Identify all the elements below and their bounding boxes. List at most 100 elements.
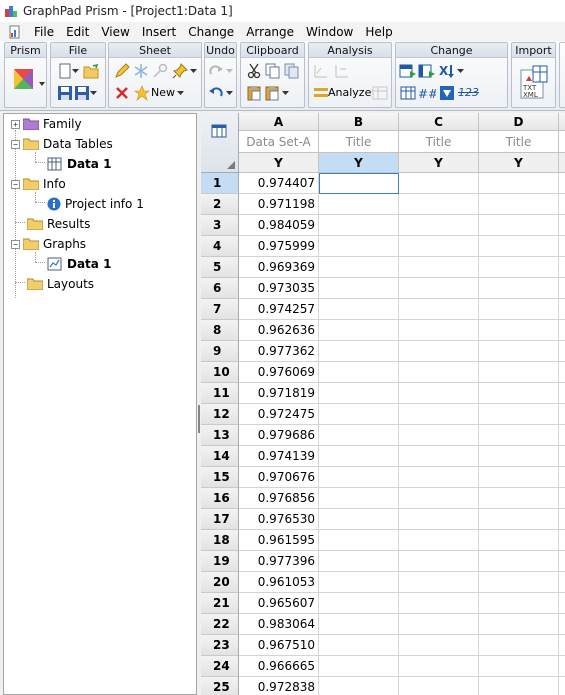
cell-a[interactable]: 0.976856 bbox=[239, 488, 319, 509]
results-table-icon[interactable] bbox=[371, 84, 389, 102]
cell-e[interactable] bbox=[559, 404, 565, 425]
number-style-button[interactable]: 123 bbox=[458, 86, 479, 99]
column-header-d[interactable]: D bbox=[479, 113, 559, 131]
cell-e[interactable] bbox=[559, 467, 565, 488]
cell-e[interactable] bbox=[559, 299, 565, 320]
cell-e[interactable] bbox=[559, 530, 565, 551]
cell-b[interactable] bbox=[319, 362, 399, 383]
menu-arrange[interactable]: Arrange bbox=[240, 25, 300, 39]
tree-item-info[interactable]: − Info bbox=[11, 175, 66, 193]
change-graph-icon[interactable] bbox=[418, 62, 436, 80]
dropdown-arrow-icon[interactable] bbox=[89, 84, 97, 102]
cell-d[interactable] bbox=[479, 593, 559, 614]
row-header[interactable]: 3 bbox=[201, 215, 239, 236]
cell-e[interactable] bbox=[559, 320, 565, 341]
cell-c[interactable] bbox=[399, 236, 479, 257]
cell-a[interactable]: 0.972475 bbox=[239, 404, 319, 425]
cell-a[interactable]: 0.977396 bbox=[239, 551, 319, 572]
cell-d[interactable] bbox=[479, 509, 559, 530]
row-header[interactable]: 21 bbox=[201, 593, 239, 614]
dropdown-arrow-icon[interactable] bbox=[456, 62, 464, 80]
tree-item-layouts[interactable]: Layouts bbox=[27, 275, 94, 293]
cell-c[interactable] bbox=[399, 278, 479, 299]
dataset-title-d[interactable]: Title bbox=[479, 131, 559, 153]
row-header[interactable]: 25 bbox=[201, 677, 239, 695]
row-header[interactable]: 6 bbox=[201, 278, 239, 299]
cell-b[interactable] bbox=[319, 173, 399, 194]
cell-b[interactable] bbox=[319, 593, 399, 614]
splitter-grip-icon[interactable] bbox=[198, 405, 200, 433]
cell-d[interactable] bbox=[479, 341, 559, 362]
cell-d[interactable] bbox=[479, 635, 559, 656]
cell-d[interactable] bbox=[479, 173, 559, 194]
copy-icon[interactable] bbox=[264, 62, 282, 80]
cell-c[interactable] bbox=[399, 635, 479, 656]
cell-c[interactable] bbox=[399, 383, 479, 404]
dropdown-arrow-icon[interactable] bbox=[71, 62, 79, 80]
cell-c[interactable] bbox=[399, 614, 479, 635]
row-header[interactable]: 7 bbox=[201, 299, 239, 320]
cut-icon[interactable] bbox=[245, 62, 263, 80]
row-header[interactable]: 1 bbox=[201, 173, 239, 194]
document-menu-icon[interactable] bbox=[8, 25, 22, 39]
cell-d[interactable] bbox=[479, 299, 559, 320]
xy-analysis-icon[interactable] bbox=[312, 62, 330, 80]
cell-b[interactable] bbox=[319, 341, 399, 362]
cell-a[interactable]: 0.984059 bbox=[239, 215, 319, 236]
dropdown-arrow-icon[interactable] bbox=[281, 84, 289, 102]
cell-c[interactable] bbox=[399, 320, 479, 341]
new-sheet-star-icon[interactable] bbox=[133, 84, 151, 102]
dataset-title-c[interactable]: Title bbox=[399, 131, 479, 153]
cell-c[interactable] bbox=[399, 425, 479, 446]
cell-b[interactable] bbox=[319, 635, 399, 656]
expand-icon[interactable]: + bbox=[11, 119, 20, 129]
cell-e[interactable] bbox=[559, 173, 565, 194]
row-header[interactable]: 11 bbox=[201, 383, 239, 404]
cell-b[interactable] bbox=[319, 656, 399, 677]
cell-a[interactable]: 0.973035 bbox=[239, 278, 319, 299]
menu-change[interactable]: Change bbox=[182, 25, 240, 39]
dropdown-arrow-icon[interactable] bbox=[225, 62, 233, 80]
menu-file[interactable]: File bbox=[28, 25, 60, 39]
dropdown-arrow-icon[interactable] bbox=[225, 84, 233, 102]
cell-d[interactable] bbox=[479, 194, 559, 215]
cell-e[interactable] bbox=[559, 572, 565, 593]
row-header[interactable]: 15 bbox=[201, 467, 239, 488]
cell-a[interactable]: 0.974407 bbox=[239, 173, 319, 194]
row-header[interactable]: 12 bbox=[201, 404, 239, 425]
new-sheet-button[interactable]: New bbox=[151, 86, 175, 99]
cell-b[interactable] bbox=[319, 446, 399, 467]
insert-table-icon[interactable] bbox=[399, 84, 417, 102]
menu-window[interactable]: Window bbox=[300, 25, 359, 39]
tree-item-graphs[interactable]: − Graphs bbox=[11, 235, 86, 253]
menu-insert[interactable]: Insert bbox=[136, 25, 182, 39]
cell-a[interactable]: 0.979686 bbox=[239, 425, 319, 446]
cell-d[interactable] bbox=[479, 677, 559, 695]
row-header[interactable]: 9 bbox=[201, 341, 239, 362]
prism-menu-icon[interactable] bbox=[11, 65, 45, 99]
cell-d[interactable] bbox=[479, 551, 559, 572]
change-table-icon[interactable] bbox=[399, 62, 417, 80]
tree-item-results[interactable]: Results bbox=[27, 215, 90, 233]
cell-a[interactable]: 0.971198 bbox=[239, 194, 319, 215]
cell-b[interactable] bbox=[319, 677, 399, 695]
cell-b[interactable] bbox=[319, 509, 399, 530]
menu-view[interactable]: View bbox=[95, 25, 135, 39]
cell-d[interactable] bbox=[479, 425, 559, 446]
cell-b[interactable] bbox=[319, 467, 399, 488]
cell-a[interactable]: 0.970676 bbox=[239, 467, 319, 488]
cell-c[interactable] bbox=[399, 341, 479, 362]
row-header[interactable]: 19 bbox=[201, 551, 239, 572]
cell-d[interactable] bbox=[479, 257, 559, 278]
cell-b[interactable] bbox=[319, 236, 399, 257]
cell-e[interactable] bbox=[559, 257, 565, 278]
row-header[interactable]: 18 bbox=[201, 530, 239, 551]
column-header-b[interactable]: B bbox=[319, 113, 399, 131]
cell-d[interactable] bbox=[479, 215, 559, 236]
cell-e[interactable] bbox=[559, 446, 565, 467]
cell-b[interactable] bbox=[319, 278, 399, 299]
cell-c[interactable] bbox=[399, 467, 479, 488]
collapse-icon[interactable]: − bbox=[11, 179, 20, 189]
cell-a[interactable]: 0.969369 bbox=[239, 257, 319, 278]
cell-e[interactable] bbox=[559, 278, 565, 299]
